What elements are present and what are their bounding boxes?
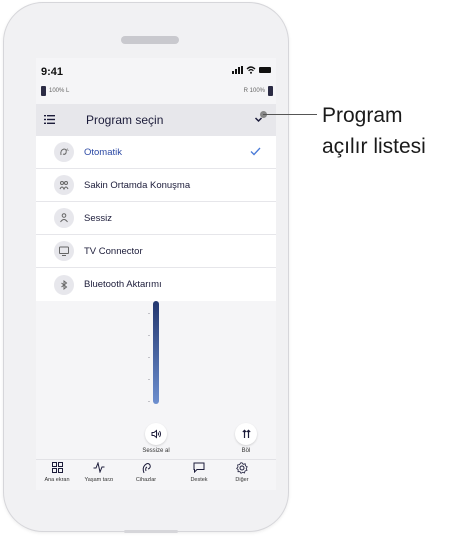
mute-label: Sessize al	[142, 448, 170, 454]
left-battery-label: 100% L	[49, 88, 70, 94]
program-dropdown-list: A Otomatik Sakin Ortamda Konuşma Sessiz	[36, 136, 276, 301]
program-item-label: Sakin Ortamda Konuşma	[84, 179, 191, 191]
tab-label: Yaşam tarzı	[84, 477, 114, 483]
left-battery-icon	[41, 86, 46, 96]
slider-tick	[148, 335, 150, 336]
tab-cihazlar[interactable]: Cihazlar	[126, 462, 166, 483]
split-label: Böl	[241, 448, 251, 454]
home-grid-icon	[37, 462, 77, 476]
home-indicator	[124, 530, 178, 533]
callout-line-2: açılır listesi	[322, 135, 426, 158]
tab-bar: Ana ekran Yaşam tarzı Cihazlar Destek Di…	[36, 459, 276, 490]
checkmark-icon	[250, 147, 261, 156]
slider-tick	[148, 401, 150, 402]
callout-line-1: Program	[322, 104, 403, 127]
mute-button[interactable]	[145, 423, 167, 445]
speech-quiet-icon	[54, 175, 74, 195]
bottom-controls: Sessize al Böl	[36, 423, 276, 459]
right-battery: R 100%	[244, 86, 273, 96]
signal-icon	[232, 66, 243, 74]
slider-tick	[148, 379, 150, 380]
status-time: 9:41	[41, 66, 64, 78]
dropdown-title: Program seçin	[86, 113, 164, 127]
right-battery-icon	[268, 86, 273, 96]
tab-diger[interactable]: Diğer	[222, 462, 262, 483]
program-item-bluetooth-aktarimi[interactable]: Bluetooth Aktarımı	[36, 268, 276, 301]
callout-line	[263, 114, 317, 115]
phone-speaker	[121, 36, 179, 44]
bluetooth-icon	[54, 274, 74, 295]
list-icon	[44, 115, 55, 124]
slider-tick	[148, 313, 150, 314]
program-item-label: Sessiz	[84, 212, 112, 224]
right-battery-label: R 100%	[243, 88, 265, 94]
split-icon	[241, 429, 251, 438]
program-item-label: TV Connector	[84, 245, 143, 257]
volume-slider[interactable]	[153, 301, 159, 404]
phone-frame: 9:41 100% L R 100% Program seçin A Otoma…	[3, 2, 289, 533]
volume-slider-area	[36, 301, 276, 431]
hearing-aid-icon	[126, 462, 166, 476]
program-dropdown-header[interactable]: Program seçin	[36, 104, 276, 136]
split-button[interactable]	[235, 423, 257, 445]
wifi-icon	[246, 66, 256, 74]
auto-program-icon: A	[54, 142, 74, 162]
program-item-label: Otomatik	[84, 146, 123, 158]
tab-label: Destek	[190, 477, 208, 483]
svg-text:A: A	[66, 147, 69, 152]
tab-label: Ana ekran	[44, 477, 70, 483]
tab-label: Cihazlar	[135, 477, 157, 483]
program-item-sakin-ortamda-konusma[interactable]: Sakin Ortamda Konuşma	[36, 169, 276, 202]
tab-label: Diğer	[235, 477, 249, 483]
app-screen: 9:41 100% L R 100% Program seçin A Otoma…	[36, 58, 276, 490]
system-icons	[232, 66, 271, 74]
program-item-sessiz[interactable]: Sessiz	[36, 202, 276, 235]
left-battery: 100% L	[41, 86, 69, 96]
program-item-tv-connector[interactable]: TV Connector	[36, 235, 276, 268]
callout-label: Program açılır listesi	[322, 100, 426, 162]
tv-icon	[54, 241, 74, 261]
slider-tick	[148, 357, 150, 358]
hearing-aid-battery-row: 100% L R 100%	[41, 86, 273, 98]
speaker-icon	[151, 429, 161, 439]
program-item-label: Bluetooth Aktarımı	[84, 279, 162, 290]
activity-icon	[79, 461, 119, 476]
quiet-icon	[54, 208, 74, 228]
chat-icon	[179, 462, 219, 476]
tab-destek[interactable]: Destek	[179, 462, 219, 483]
tab-yasam-tarzi[interactable]: Yaşam tarzı	[79, 461, 119, 483]
gear-icon	[222, 462, 262, 476]
phone-battery-icon	[259, 67, 271, 73]
tab-ana-ekran[interactable]: Ana ekran	[37, 462, 77, 483]
program-item-otomatik[interactable]: A Otomatik	[36, 136, 276, 169]
status-bar: 9:41 100% L R 100%	[36, 58, 276, 104]
